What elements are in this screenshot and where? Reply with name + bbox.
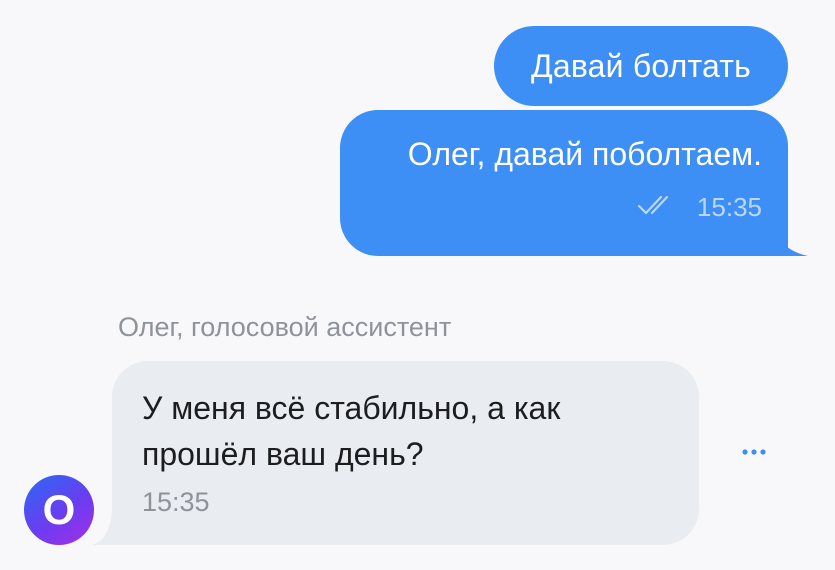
message-text: У меня всё стабильно, а как прошёл ваш д… [142,390,561,472]
avatar[interactable]: О [24,475,94,545]
avatar-letter: О [42,486,76,533]
message-text: Олег, давай поболтаем. [407,136,762,172]
message-time: 15:35 [142,487,210,517]
more-dots-icon[interactable] [737,440,771,464]
incoming-message-bubble[interactable]: У меня всё стабильно, а как прошёл ваш д… [112,361,699,545]
outgoing-message-bubble[interactable]: Олег, давай поболтаем. 15:35 [340,110,788,256]
message-meta: 15:35 [637,192,762,223]
sender-name: Олег, голосовой ассистент [118,312,452,342]
outgoing-message-bubble[interactable]: Давай болтать [494,26,788,106]
double-check-icon [637,192,677,223]
bubble-tail [750,220,808,256]
message-text: Давай болтать [530,48,752,84]
message-time: 15:35 [696,192,762,222]
